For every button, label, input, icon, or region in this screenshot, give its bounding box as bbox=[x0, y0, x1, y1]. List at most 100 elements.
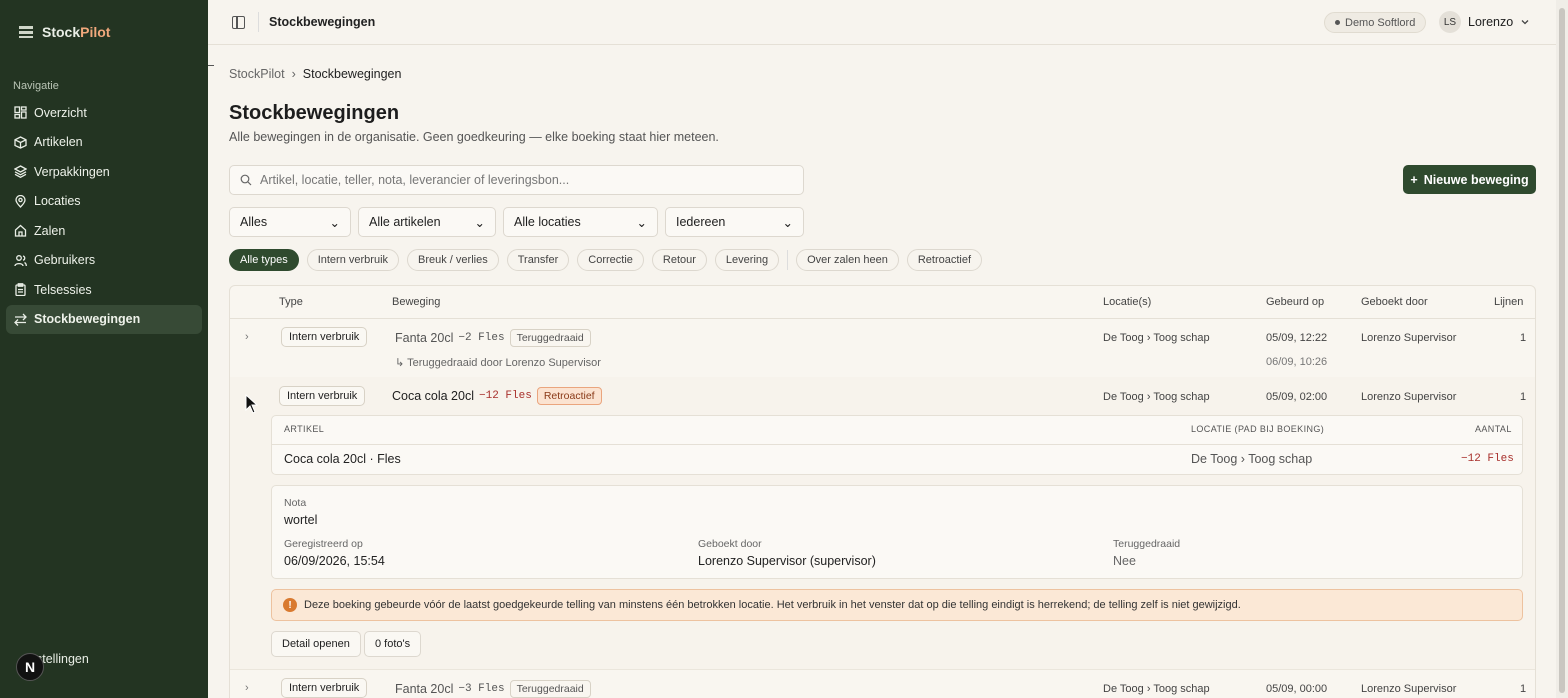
row-lijnen: 1 bbox=[1520, 332, 1527, 344]
col-locaties: Locatie(s) bbox=[1103, 296, 1152, 308]
registered-value: 06/09/2026, 15:54 bbox=[284, 554, 385, 568]
brand-logo[interactable]: StockPilot bbox=[18, 24, 110, 40]
sidebar-item-artikelen[interactable]: Artikelen bbox=[6, 128, 202, 158]
dashboard-icon bbox=[14, 106, 27, 119]
detail-aantal: −12 Fles bbox=[1461, 453, 1514, 465]
search-box[interactable] bbox=[229, 165, 804, 195]
map-pin-icon bbox=[15, 194, 26, 208]
row-revert-note: ↳ Teruggedraaid door Lorenzo Supervisor bbox=[395, 357, 601, 369]
org-switcher[interactable]: Demo Softlord bbox=[1324, 12, 1427, 33]
locatie-select[interactable]: Alle locaties ⌄ bbox=[503, 207, 658, 237]
sidebar-item-label: Overzicht bbox=[34, 105, 87, 120]
layers-icon bbox=[14, 165, 27, 179]
movements-table: Type Beweging Locatie(s) Gebeurd op Gebo… bbox=[229, 285, 1536, 698]
divider bbox=[787, 250, 789, 270]
divider bbox=[208, 65, 214, 66]
detail-col-locatie: Locatie (pad bij boeking) bbox=[1191, 424, 1325, 434]
row-artikel: Fanta 20cl bbox=[395, 682, 454, 696]
col-geboekt: Geboekt door bbox=[1361, 296, 1428, 308]
row-revert-date: 06/09, 10:26 bbox=[1266, 356, 1328, 368]
breadcrumb-root[interactable]: StockPilot bbox=[229, 67, 285, 81]
col-lijnen: Lijnen bbox=[1494, 296, 1524, 308]
type-select[interactable]: Alles ⌄ bbox=[229, 207, 351, 237]
clipboard-icon bbox=[15, 283, 26, 297]
chip-retour[interactable]: Retour bbox=[651, 249, 707, 271]
sidebar-item-overzicht[interactable]: Overzicht bbox=[6, 98, 202, 128]
sidebar-item-stockbewegingen[interactable]: Stockbewegingen bbox=[6, 304, 202, 334]
row-movement[interactable]: Fanta 20cl −3 Fles Teruggedraaid bbox=[395, 680, 591, 698]
topbar: Stockbewegingen Demo Softlord LS Lorenzo bbox=[208, 0, 1556, 45]
n-badge-icon[interactable]: N bbox=[16, 653, 44, 681]
booked-label: Geboekt door bbox=[698, 538, 762, 550]
warning-text: Deze boeking gebeurde vóór de laatst goe… bbox=[304, 599, 1241, 611]
registered-label: Geregistreerd op bbox=[284, 538, 363, 550]
chevron-down-icon: ⌄ bbox=[782, 215, 793, 230]
col-gebeurd: Gebeurd op bbox=[1266, 296, 1325, 308]
org-name: Demo Softlord bbox=[1345, 16, 1416, 29]
box-icon bbox=[14, 136, 27, 149]
sidebar-item-verpakkingen[interactable]: Verpakkingen bbox=[6, 157, 202, 187]
gebruiker-select[interactable]: Iedereen ⌄ bbox=[665, 207, 804, 237]
sidebar-item-label: Zalen bbox=[34, 223, 66, 238]
detail-info-box: Nota wortel Geregistreerd op 06/09/2026,… bbox=[271, 485, 1523, 579]
row-movement[interactable]: Coca cola 20cl −12 Fles Retroactief bbox=[392, 387, 602, 405]
breadcrumb: StockPilot › Stockbewegingen bbox=[229, 67, 401, 81]
page-subtitle: Alle bewegingen in de organisatie. Geen … bbox=[229, 130, 719, 144]
artikel-select[interactable]: Alle artikelen ⌄ bbox=[358, 207, 496, 237]
col-type: Type bbox=[279, 296, 303, 308]
chip-correctie[interactable]: Correctie bbox=[577, 249, 644, 271]
sidebar-item-label: Gebruikers bbox=[34, 253, 96, 268]
type-badge: Intern verbruik bbox=[281, 327, 368, 347]
chip-intern-verbruik[interactable]: Intern verbruik bbox=[306, 249, 400, 271]
new-movement-button[interactable]: + Nieuwe beweging bbox=[1403, 165, 1536, 194]
breadcrumb-current: Stockbewegingen bbox=[302, 67, 402, 81]
row-qty: −3 Fles bbox=[458, 683, 505, 695]
sidebar-toggle-icon[interactable] bbox=[232, 16, 245, 29]
sidebar-item-locaties[interactable]: Locaties bbox=[6, 187, 202, 217]
chevron-down-icon bbox=[1521, 20, 1529, 25]
chip-levering[interactable]: Levering bbox=[714, 249, 780, 271]
type-badge: Intern verbruik bbox=[279, 386, 366, 406]
brand-name-accent: Pilot bbox=[80, 24, 111, 40]
row-lijnen: 1 bbox=[1520, 391, 1527, 403]
type-select-value: Alles bbox=[240, 215, 268, 229]
warning-icon: ! bbox=[283, 598, 297, 612]
users-icon bbox=[14, 254, 27, 266]
brand-name: Stock bbox=[42, 24, 81, 40]
user-menu[interactable]: LS Lorenzo bbox=[1439, 11, 1530, 33]
sidebar-item-telsessies[interactable]: Telsessies bbox=[6, 275, 202, 305]
arrows-icon bbox=[14, 313, 27, 326]
chip-breuk-verlies[interactable]: Breuk / verlies bbox=[407, 249, 499, 271]
row-gebeurd: 05/09, 12:22 bbox=[1266, 332, 1328, 344]
search-input[interactable] bbox=[260, 173, 780, 187]
divider bbox=[258, 12, 259, 32]
sidebar-nav: Overzicht Artikelen Verpakkingen Locatie… bbox=[6, 98, 202, 334]
chip-alle-types[interactable]: Alle types bbox=[229, 249, 299, 271]
sidebar-item-zalen[interactable]: Zalen bbox=[6, 216, 202, 246]
settings-label: stellingen bbox=[36, 652, 89, 666]
status-badge: Teruggedraaid bbox=[509, 329, 591, 347]
row-qty: −2 Fles bbox=[458, 332, 505, 344]
divider bbox=[230, 318, 1535, 319]
expand-chevron-icon[interactable]: › bbox=[245, 331, 249, 343]
chip-over-zalen-heen[interactable]: Over zalen heen bbox=[796, 249, 899, 271]
chip-retroactief[interactable]: Retroactief bbox=[906, 249, 983, 271]
expand-chevron-icon[interactable]: › bbox=[245, 682, 249, 694]
row-qty: −12 Fles bbox=[479, 390, 532, 402]
row-artikel: Coca cola 20cl bbox=[392, 389, 474, 403]
sidebar-item-label: Locaties bbox=[34, 194, 81, 209]
plus-icon: + bbox=[1410, 172, 1418, 187]
search-icon bbox=[240, 174, 252, 186]
status-dot-icon bbox=[1335, 20, 1340, 25]
photos-button[interactable]: 0 foto's bbox=[364, 631, 422, 657]
row-movement[interactable]: Fanta 20cl −2 Fles Teruggedraaid bbox=[395, 329, 591, 347]
row-locatie: De Toog › Toog schap bbox=[1103, 683, 1210, 695]
sidebar-item-gebruikers[interactable]: Gebruikers bbox=[6, 246, 202, 276]
page-title: Stockbewegingen bbox=[229, 102, 400, 124]
chevron-down-icon: ⌄ bbox=[636, 215, 647, 230]
chip-transfer[interactable]: Transfer bbox=[506, 249, 570, 271]
reverted-label: Teruggedraaid bbox=[1113, 538, 1181, 550]
sidebar-item-label: Telsessies bbox=[34, 282, 92, 297]
scrollbar-thumb[interactable] bbox=[1559, 8, 1565, 693]
detail-open-button[interactable]: Detail openen bbox=[271, 631, 361, 657]
